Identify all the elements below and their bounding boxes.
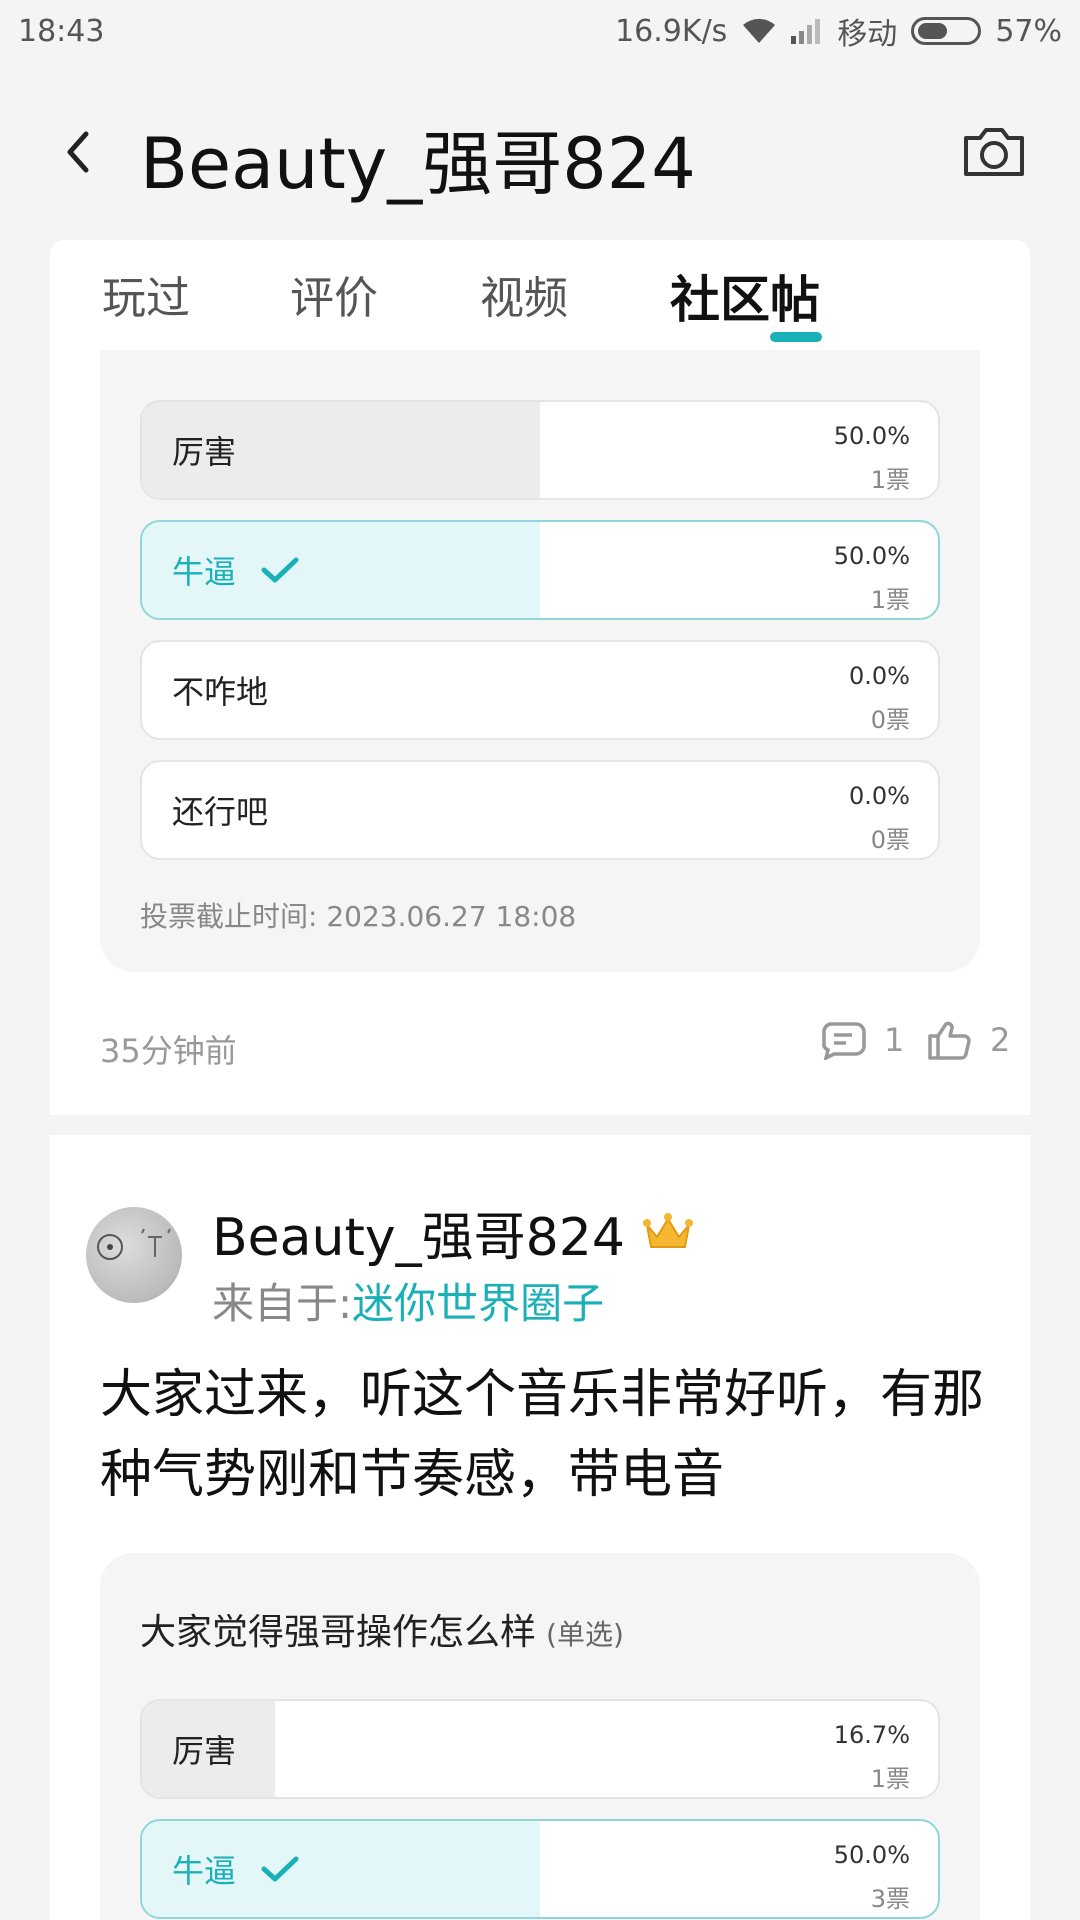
poll-option-votes: 1票 xyxy=(870,466,910,494)
poll-option-percent: 50.0% xyxy=(833,542,910,570)
wifi-icon xyxy=(743,18,776,43)
poll-option-label: 厉害 xyxy=(172,1732,237,1770)
poll-option-votes: 0票 xyxy=(870,826,910,854)
page-title: Beauty_强哥824 xyxy=(140,123,696,205)
poll-option-votes: 0票 xyxy=(870,706,910,734)
poll-option-votes: 1票 xyxy=(870,586,910,614)
poll-option-percent: 0.0% xyxy=(849,662,910,690)
poll-box: 大家觉得强哥操作怎么样 (单选) 厉害 16.7% 1票 牛逼 50.0% 3票 xyxy=(100,1553,980,1920)
poll-deadline: 投票截止时间: 2023.06.27 18:08 xyxy=(140,900,577,933)
comment-icon xyxy=(822,1022,866,1060)
poll-option-percent: 50.0% xyxy=(833,1841,910,1869)
poll-option[interactable]: 还行吧 0.0% 0票 xyxy=(140,760,940,860)
poll-mode: (单选) xyxy=(546,1618,624,1651)
check-icon xyxy=(261,557,299,583)
poll-question: 大家觉得强哥操作怎么样 (单选) xyxy=(140,1603,624,1655)
author-name[interactable]: Beauty_强哥824 xyxy=(212,1195,625,1270)
avatar-image xyxy=(97,1228,171,1260)
post-source: 来自于:迷你世界圈子 xyxy=(212,1270,604,1331)
poll-option[interactable]: 厉害 50.0% 1票 xyxy=(140,400,940,500)
crown-icon xyxy=(642,1212,693,1248)
battery-icon xyxy=(911,17,982,45)
post-card[interactable]: 厉害 50.0% 1票 牛逼 50.0% 1票 不咋地 0.0% 0票 还行吧 … xyxy=(50,350,1030,1115)
check-icon xyxy=(261,1856,299,1882)
like-count: 2 xyxy=(990,1021,1011,1059)
poll-option-percent: 16.7% xyxy=(833,1721,910,1749)
tab-community-posts[interactable]: 社区帖 xyxy=(670,260,820,332)
thumbs-up-icon xyxy=(928,1021,971,1060)
poll-option-label: 牛逼 xyxy=(172,1852,237,1890)
post-time: 35分钟前 xyxy=(100,1032,237,1070)
comment-count: 1 xyxy=(884,1021,905,1059)
poll-option-label: 不咋地 xyxy=(172,673,269,711)
poll-option-percent: 0.0% xyxy=(849,782,910,810)
post-meta-row: 35分钟前 1 2 xyxy=(100,1020,1010,1070)
poll-box: 厉害 50.0% 1票 牛逼 50.0% 1票 不咋地 0.0% 0票 还行吧 … xyxy=(100,350,980,972)
poll-option-label: 还行吧 xyxy=(172,793,269,831)
status-time: 18:43 xyxy=(18,13,105,49)
author-name-row: Beauty_强哥824 xyxy=(212,1195,695,1270)
source-prefix: 来自于: xyxy=(212,1279,353,1328)
carrier-label: 移动 xyxy=(837,17,898,52)
poll-option[interactable]: 不咋地 0.0% 0票 xyxy=(140,640,940,740)
header: Beauty_强哥824 xyxy=(0,100,1080,210)
post-card[interactable]: Beauty_强哥824 来自于:迷你世界圈子 大家过来，听这个音乐非常好听，有… xyxy=(50,1135,1030,1920)
poll-question-text: 大家觉得强哥操作怎么样 xyxy=(140,1612,537,1653)
tab-bar: 玩过 评价 视频 社区帖 xyxy=(50,240,1030,350)
tab-active-indicator xyxy=(770,332,822,342)
source-circle-link[interactable]: 迷你世界圈子 xyxy=(352,1279,604,1328)
signal-icon xyxy=(791,19,821,44)
battery-percent: 57% xyxy=(995,13,1062,49)
network-speed: 16.9K/s xyxy=(615,13,728,49)
poll-option-votes: 1票 xyxy=(870,1765,910,1793)
camera-icon[interactable] xyxy=(960,122,1028,182)
poll-option-label: 牛逼 xyxy=(172,553,237,591)
tab-reviews[interactable]: 评价 xyxy=(290,262,378,326)
post-text[interactable]: 大家过来，听这个音乐非常好听，有那种气势刚和节奏感，带电音 xyxy=(100,1355,1000,1515)
poll-option-selected[interactable]: 牛逼 50.0% 3票 xyxy=(140,1819,940,1919)
status-right: 16.9K/s 移动 57% xyxy=(615,9,1062,53)
comment-button[interactable]: 1 xyxy=(820,1020,904,1060)
poll-option-votes: 3票 xyxy=(870,1885,910,1913)
avatar[interactable] xyxy=(86,1207,182,1303)
poll-option-label: 厉害 xyxy=(172,433,237,471)
poll-option-percent: 50.0% xyxy=(833,422,910,450)
poll-option[interactable]: 厉害 16.7% 1票 xyxy=(140,1699,940,1799)
tab-played[interactable]: 玩过 xyxy=(102,262,190,326)
like-button[interactable]: 2 xyxy=(926,1020,1010,1060)
poll-option-selected[interactable]: 牛逼 50.0% 1票 xyxy=(140,520,940,620)
tab-videos[interactable]: 视频 xyxy=(480,262,568,326)
status-bar: 18:43 16.9K/s 移动 57% xyxy=(0,0,1080,62)
back-icon[interactable] xyxy=(50,122,110,182)
